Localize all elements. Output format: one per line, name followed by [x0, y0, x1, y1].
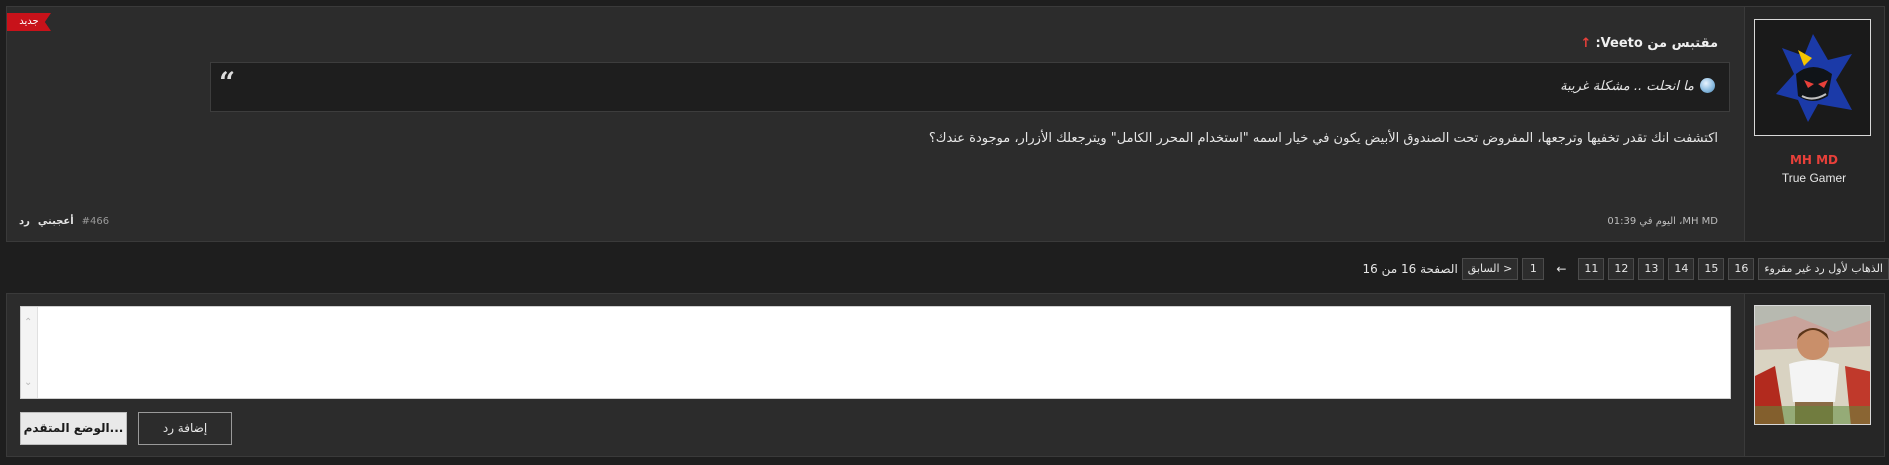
editor-scrollbar[interactable]: ⌃ ⌄	[21, 307, 38, 398]
reply-avatar-image	[1755, 306, 1870, 424]
page-14-button[interactable]: 14	[1668, 258, 1695, 280]
prev-page-button[interactable]: < السابق	[1461, 258, 1519, 280]
quote-header: مقتبس من Veeto:↑	[1581, 36, 1718, 51]
quote-mark-icon: “	[219, 66, 236, 99]
quote-author-label: مقتبس من Veeto:	[1595, 36, 1718, 51]
avatar-image	[1775, 33, 1852, 122]
reply-avatar[interactable]	[1754, 305, 1871, 425]
quote-text-value: ما انحلت .. مشكلة غريبة	[1560, 79, 1694, 94]
post-number[interactable]: #466	[82, 216, 109, 227]
new-post-badge: جديد	[7, 13, 51, 31]
like-button[interactable]: أعجبني	[38, 216, 74, 227]
reply-user-info	[1744, 294, 1884, 456]
smiley-icon	[1700, 78, 1715, 93]
username[interactable]: MH MD	[1744, 153, 1884, 167]
page-15-button[interactable]: 15	[1698, 258, 1725, 280]
quick-reply: ⌃ ⌄ الوضع المتقدم... إضافة رد	[6, 293, 1885, 457]
advanced-mode-button[interactable]: الوضع المتقدم...	[20, 412, 127, 445]
page-1-button[interactable]: 1	[1522, 258, 1545, 280]
pagination: الصفحة 16 من 16 < السابق 1 ← 11 12 13 14…	[1357, 257, 1889, 281]
reply-editor[interactable]: ⌃ ⌄	[20, 306, 1731, 399]
page-12-button[interactable]: 12	[1608, 258, 1635, 280]
page-13-button[interactable]: 13	[1638, 258, 1665, 280]
quote-text: ما انحلت .. مشكلة غريبة	[1560, 78, 1715, 94]
page-16-button[interactable]: 16	[1728, 258, 1755, 280]
avatar[interactable]	[1754, 19, 1871, 136]
post-body: اكتشفت انك تقدر تخفيها وترجعها، المفروض …	[928, 131, 1718, 146]
scroll-up-icon[interactable]: ⌃	[24, 317, 32, 328]
first-unread-button[interactable]: الذهاب لأول رد غير مقروء	[1758, 258, 1889, 280]
add-reply-button[interactable]: إضافة رد	[138, 412, 232, 445]
page-11-button[interactable]: 11	[1578, 258, 1605, 280]
post-message: جديد مقتبس من Veeto:↑ “ ما انحلت .. مشكل…	[6, 6, 1885, 242]
quote-block: “ ما انحلت .. مشكلة غريبة	[210, 62, 1730, 112]
page-skip-arrow-icon: ←	[1556, 262, 1567, 276]
user-info: MH MD True Gamer	[1744, 7, 1884, 241]
page-count-label: الصفحة 16 من 16	[1362, 262, 1458, 276]
post-actions: #466 أعجبني رد	[19, 216, 109, 227]
reply-link[interactable]: رد	[19, 216, 30, 227]
go-to-quote-icon[interactable]: ↑	[1581, 36, 1592, 51]
scroll-down-icon[interactable]: ⌄	[24, 377, 32, 388]
post-meta: MH MD، اليوم في 01:39	[1607, 216, 1718, 227]
user-title: True Gamer	[1781, 171, 1847, 185]
